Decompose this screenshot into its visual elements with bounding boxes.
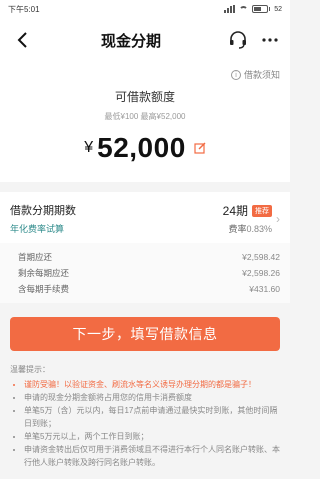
tip-item: 谨防受骗！以验证资金、刷流水等名义诱导办理分期的都是骗子！ <box>24 378 280 391</box>
tips-title: 温馨提示： <box>10 365 50 374</box>
annual-rate-calculator-link[interactable]: 年化费率试算 <box>10 222 76 235</box>
tip-item: 单笔5万元以上，两个工作日到账； <box>24 430 280 443</box>
nav-bar: 现金分期 <box>0 18 290 62</box>
loan-amount[interactable]: 52,000 <box>97 132 186 164</box>
fee-rate-label: 费率 <box>228 224 247 234</box>
chevron-right-icon: › <box>276 211 280 226</box>
fee-row: 首期应还 ¥2,598.42 <box>18 249 280 265</box>
fee-row: 剩余每期应还 ¥2,598.26 <box>18 265 280 281</box>
tip-item: 申请资金转出后仅可用于消费领域且不得进行本行个人同名账户转账、本行他人账户转账及… <box>24 443 280 469</box>
fee-list: 首期应还 ¥2,598.42 剩余每期应还 ¥2,598.26 含每期手续费 ¥… <box>0 243 290 303</box>
loan-notice-label: 借款须知 <box>243 70 280 80</box>
tip-item: 单笔5万（含）元以内，每日17点前申请通过最快实时到账，其他时间隔日到账； <box>24 404 280 430</box>
next-step-button[interactable]: 下一步，填写借款信息 <box>10 317 280 351</box>
fee-rate: 费率0.83% <box>223 222 272 235</box>
installment-label: 借款分期期数 <box>10 205 76 217</box>
loan-notice-link[interactable]: i 借款须知 <box>230 68 280 81</box>
section-gap <box>0 182 290 192</box>
headset-icon <box>229 31 246 49</box>
cta-wrap: 下一步，填写借款信息 <box>0 303 290 351</box>
page-title: 现金分期 <box>100 32 161 50</box>
signal-icon <box>224 5 236 13</box>
installment-selector[interactable]: 借款分期期数 年化费率试算 24期 推荐 费率0.83% › <box>0 192 290 243</box>
edit-icon <box>194 142 206 154</box>
quota-card: i 借款须知 可借款额度 最低¥100 最高¥52,000 ¥ 52,000 <box>0 62 290 182</box>
fee-value: ¥431.60 <box>249 284 280 294</box>
chevron-left-icon <box>17 32 27 48</box>
fee-label: 首期应还 <box>18 252 53 262</box>
customer-service-button[interactable] <box>228 30 248 50</box>
info-icon: i <box>230 69 241 80</box>
fee-rate-value: 0.83% <box>246 224 272 234</box>
wifi-icon <box>239 5 249 13</box>
more-dots-icon <box>262 38 278 42</box>
status-bar: 下午5:01 52 <box>0 0 290 18</box>
quota-range: 最低¥100 最高¥52,000 <box>104 112 186 121</box>
fee-row: 含每期手续费 ¥431.60 <box>18 281 280 297</box>
status-time: 下午5:01 <box>8 4 40 14</box>
more-button[interactable] <box>262 37 278 43</box>
back-button[interactable] <box>12 29 34 51</box>
fee-label: 含每期手续费 <box>18 284 70 294</box>
edit-amount-button[interactable] <box>194 142 206 154</box>
status-icons: 52 <box>224 5 282 13</box>
fee-label: 剩余每期应还 <box>18 268 70 278</box>
battery-level: 52 <box>274 5 282 13</box>
fee-value: ¥2,598.26 <box>242 268 280 278</box>
amount-row: ¥ 52,000 <box>0 132 290 164</box>
fee-value: ¥2,598.42 <box>242 252 280 262</box>
tip-item: 申请的现金分期金额将占用您的信用卡消费额度 <box>24 391 280 404</box>
installment-section: 借款分期期数 年化费率试算 24期 推荐 费率0.83% › 首期应还 ¥2,5… <box>0 192 290 303</box>
battery-icon <box>252 5 271 13</box>
installment-periods: 24期 <box>222 204 248 218</box>
tips-section: 温馨提示： 谨防受骗！以验证资金、刷流水等名义诱导办理分期的都是骗子！ 申请的现… <box>0 351 290 469</box>
recommended-badge: 推荐 <box>252 204 272 217</box>
currency-symbol: ¥ <box>84 139 94 156</box>
